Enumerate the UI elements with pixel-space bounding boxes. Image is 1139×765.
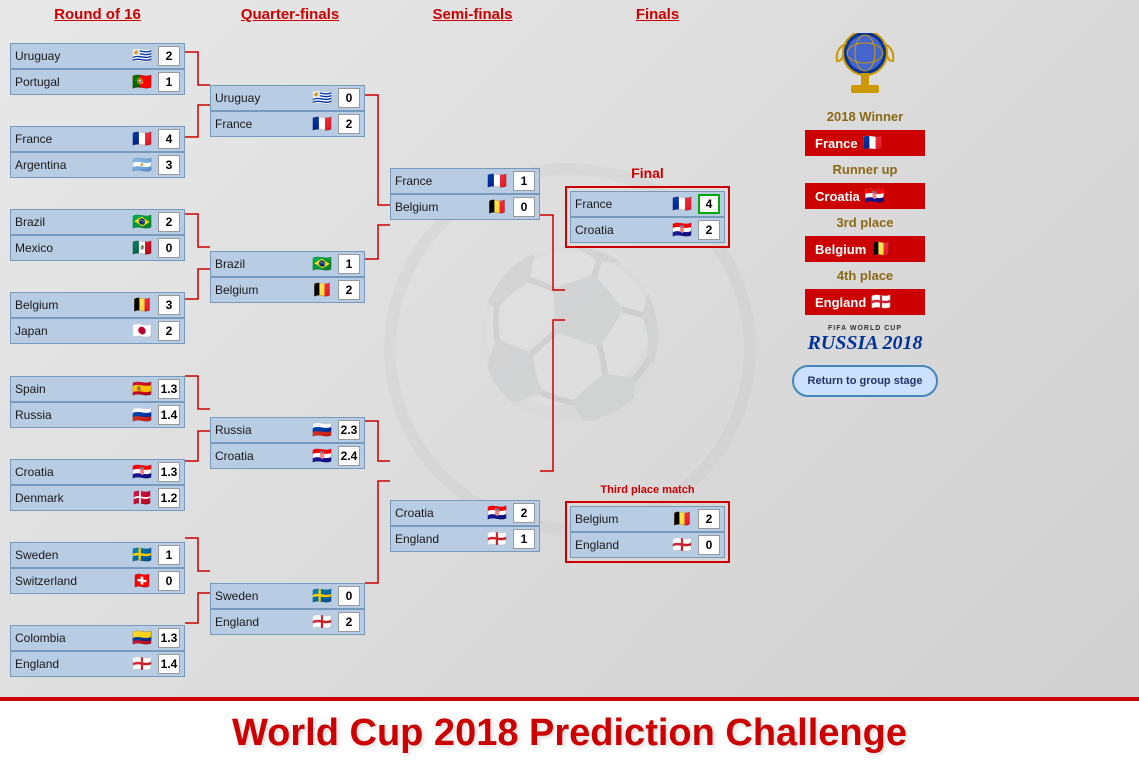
team-row: Sweden 🇸🇪 1 — [10, 542, 185, 568]
winner-label: 2018 Winner — [827, 109, 903, 124]
team-row: Brazil 🇧🇷 2 — [10, 209, 185, 235]
fifa-logo: FIFA WORLD CUP RUSSIA 2018 — [807, 325, 922, 355]
team-row: Denmark 🇩🇰 1.2 — [10, 485, 185, 511]
third-place-label: Third place match — [565, 484, 730, 496]
team-row: England 🏴󠁧󠁢󠁥󠁮󠁧󠁿 2 — [210, 609, 365, 635]
qf-match-3: Russia 🇷🇺 2.3 Croatia 🇭🇷 2.4 — [210, 417, 365, 469]
runner-up-box: Croatia 🇭🇷 — [805, 183, 925, 209]
team-row: Belgium 🇧🇪 2 — [210, 277, 365, 303]
team-row: France 🇫🇷 4 — [570, 191, 725, 217]
team-row: Russia 🇷🇺 1.4 — [10, 402, 185, 428]
team-row: England 🏴󠁧󠁢󠁥󠁮󠁧󠁿 0 — [570, 532, 725, 558]
team-row: Russia 🇷🇺 2.3 — [210, 417, 365, 443]
bracket-area: ⚽ Round of 16 Quarter-finals Semi-finals… — [0, 0, 1139, 697]
final-match: France 🇫🇷 4 Croatia 🇭🇷 2 — [565, 186, 730, 248]
third-place-box: Belgium 🇧🇪 — [805, 236, 925, 262]
r16-match-3: Brazil 🇧🇷 2 Mexico 🇲🇽 0 — [10, 209, 185, 261]
team-row: Belgium 🇧🇪 0 — [390, 194, 540, 220]
r16-match-2: France 🇫🇷 4 Argentina 🇦🇷 3 — [10, 126, 185, 178]
footer-bar: World Cup 2018 Prediction Challenge — [0, 697, 1139, 765]
fourth-place-label: 4th place — [837, 268, 893, 283]
team-row: Argentina 🇦🇷 3 — [10, 152, 185, 178]
connector-svg-1 — [185, 28, 210, 692]
team-row: England 🏴󠁧󠁢󠁥󠁮󠁧󠁿 1.4 — [10, 651, 185, 677]
final-match-area: Final France 🇫🇷 4 Croatia 🇭🇷 2 — [565, 28, 730, 365]
team-row: Japan 🇯🇵 2 — [10, 318, 185, 344]
qf-match-2: Brazil 🇧🇷 1 Belgium 🇧🇪 2 — [210, 251, 365, 303]
fourth-place-box: England 🏴󠁧󠁢󠁥󠁮󠁧󠁿 — [805, 289, 925, 315]
team-row: Croatia 🇭🇷 2 — [570, 217, 725, 243]
connector-qf-sf — [365, 28, 390, 692]
team-row: Uruguay 🇺🇾 0 — [210, 85, 365, 111]
team-row: Belgium 🇧🇪 3 — [10, 292, 185, 318]
team-row: England 🏴󠁧󠁢󠁥󠁮󠁧󠁿 1 — [390, 526, 540, 552]
team-row: Colombia 🇨🇴 1.3 — [10, 625, 185, 651]
team-row: Mexico 🇲🇽 0 — [10, 235, 185, 261]
qf-match-4: Sweden 🇸🇪 0 England 🏴󠁧󠁢󠁥󠁮󠁧󠁿 2 — [210, 583, 365, 635]
winner-box: France 🇫🇷 — [805, 130, 925, 156]
runner-up-label: Runner up — [833, 162, 898, 177]
footer-title: World Cup 2018 Prediction Challenge — [232, 712, 907, 755]
final-label: Final — [565, 165, 730, 181]
team-row: Belgium 🇧🇪 2 — [570, 506, 725, 532]
r16-match-6: Croatia 🇭🇷 1.3 Denmark 🇩🇰 1.2 — [10, 459, 185, 511]
third-place-match: Belgium 🇧🇪 2 England 🏴󠁧󠁢󠁥󠁮󠁧󠁿 0 — [565, 501, 730, 563]
team-row: Croatia 🇭🇷 1.3 — [10, 459, 185, 485]
sf-column: France 🇫🇷 1 Belgium 🇧🇪 0 Croatia 🇭🇷 — [390, 28, 540, 692]
r16-match-1: Uruguay 🇺🇾 2 Portugal 🇵🇹 1 — [10, 43, 185, 95]
team-row: Sweden 🇸🇪 0 — [210, 583, 365, 609]
spacer — [730, 28, 760, 692]
team-row: France 🇫🇷 2 — [210, 111, 365, 137]
qf-match-1: Uruguay 🇺🇾 0 France 🇫🇷 2 — [210, 85, 365, 137]
return-button[interactable]: Return to group stage — [792, 365, 939, 397]
team-row: Uruguay 🇺🇾 2 — [10, 43, 185, 69]
r16-column: Uruguay 🇺🇾 2 Portugal 🇵🇹 1 France 🇫🇷 — [10, 28, 185, 692]
team-row: Spain 🇪🇸 1.3 — [10, 376, 185, 402]
r16-match-5: Spain 🇪🇸 1.3 Russia 🇷🇺 1.4 — [10, 376, 185, 428]
third-place-area: Third place match Belgium 🇧🇪 2 England 🏴… — [565, 365, 730, 692]
results-panel: 2018 Winner France 🇫🇷 Runner up Croatia … — [760, 28, 970, 692]
qf-column: Uruguay 🇺🇾 0 France 🇫🇷 2 Brazil 🇧🇷 — [210, 28, 365, 692]
connector-sf-f — [540, 28, 565, 692]
team-row: Brazil 🇧🇷 1 — [210, 251, 365, 277]
main-container: ⚽ Round of 16 Quarter-finals Semi-finals… — [0, 0, 1139, 765]
team-row: Portugal 🇵🇹 1 — [10, 69, 185, 95]
team-row: Croatia 🇭🇷 2 — [390, 500, 540, 526]
team-row: France 🇫🇷 4 — [10, 126, 185, 152]
r16-match-4: Belgium 🇧🇪 3 Japan 🇯🇵 2 — [10, 292, 185, 344]
sf-match-2: Croatia 🇭🇷 2 England 🏴󠁧󠁢󠁥󠁮󠁧󠁿 1 — [390, 500, 540, 552]
sf-match-1: France 🇫🇷 1 Belgium 🇧🇪 0 — [390, 168, 540, 220]
r16-match-7: Sweden 🇸🇪 1 Switzerland 🇨🇭 0 — [10, 542, 185, 594]
team-row: France 🇫🇷 1 — [390, 168, 540, 194]
trophy-area — [825, 33, 905, 103]
connector-r16-qf — [185, 28, 210, 692]
r16-match-8: Colombia 🇨🇴 1.3 England 🏴󠁧󠁢󠁥󠁮󠁧󠁿 1.4 — [10, 625, 185, 677]
finals-column: Final France 🇫🇷 4 Croatia 🇭🇷 2 — [565, 28, 730, 692]
third-place-result-label: 3rd place — [836, 215, 893, 230]
team-row: Croatia 🇭🇷 2.4 — [210, 443, 365, 469]
trophy-icon — [825, 33, 905, 103]
team-row: Switzerland 🇨🇭 0 — [10, 568, 185, 594]
